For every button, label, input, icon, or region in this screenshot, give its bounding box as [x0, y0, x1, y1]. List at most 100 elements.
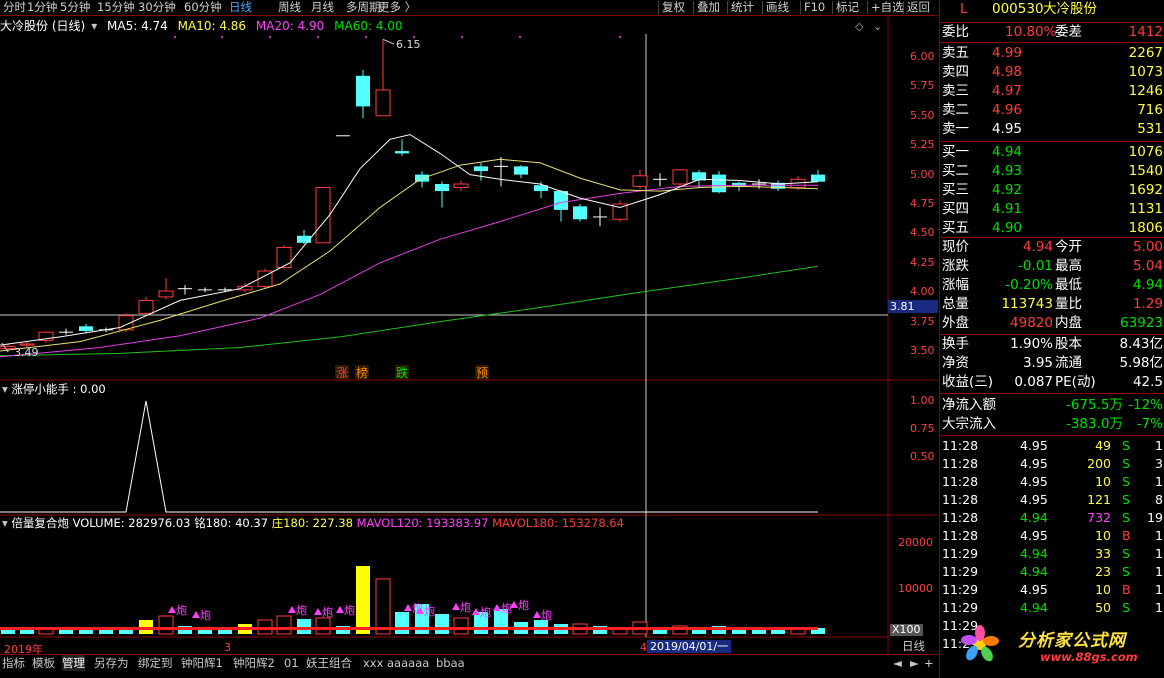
candle-body-7 — [138, 299, 154, 314]
candle-body-18 — [356, 75, 370, 107]
pao-label-6: 炮 — [424, 605, 435, 618]
price-tick: 5.00 — [910, 167, 935, 181]
flow-row-1: 大宗流入 -383.0万 -7% — [942, 416, 1163, 432]
bottom-tab-3[interactable]: 另存为 — [94, 655, 129, 671]
stat2-row-0: 换手 1.90% 股本 8.43亿 — [942, 336, 1163, 352]
candle-body-14 — [276, 247, 292, 269]
bottom-tab-9[interactable]: xxx — [363, 655, 383, 671]
quote-header: L 000530 大冷股份 — [940, 0, 1164, 19]
pao-arrow-9 — [493, 604, 501, 611]
bottom-tab-10[interactable]: aaaaaa — [387, 655, 429, 671]
price-tick: 4.50 — [910, 226, 935, 240]
volume-bar-22 — [435, 614, 449, 634]
panel-dropdown-icon[interactable]: ▾ — [2, 516, 8, 530]
z180-value: 庄180: 227.38 — [271, 516, 353, 530]
buy-level-4: 买四 4.91 1131 — [942, 201, 1163, 217]
high-marker-line — [382, 38, 395, 45]
quote-panel: L 000530 大冷股份 委比 10.80% 委差 1412 卖五 4.99 22… — [939, 0, 1164, 678]
volume-bar-0 — [1, 630, 15, 634]
stat-row-1: 涨跌 -0.01 最高 5.04 — [942, 258, 1163, 274]
chart-area[interactable]: 分时 1分钟 5分钟 15分钟 30分钟 60分钟 日线 周线 月线 多周期 更多 〉复权 叠加 统计画… — [0, 0, 938, 656]
pao-arrow-4 — [336, 606, 344, 613]
scroll-left-icon[interactable]: ◄ — [893, 655, 902, 671]
top-dot-8 — [619, 36, 621, 38]
stat-row-3: 总量 113743 量比 1.29 — [942, 296, 1163, 312]
watermark-text: 分析家公式网 — [1018, 631, 1126, 651]
panel-dropdown-icon[interactable]: ▾ — [2, 382, 8, 396]
pao-label-2: 炮 — [296, 604, 307, 617]
candle-body-16 — [315, 187, 331, 244]
ma20-line — [0, 184, 818, 358]
ma60-line — [0, 265, 819, 357]
top-dot-2 — [269, 36, 271, 38]
tick-row: 11:29 4.94 23 S 1 — [942, 564, 1163, 579]
tick-row: 11:29 4.95 10 B 1 — [942, 582, 1163, 597]
top-dot-1 — [221, 36, 223, 38]
volume-bar-18 — [356, 566, 370, 634]
tick-row: 11:28 4.95 10 B 1 — [942, 528, 1163, 543]
top-dot-7 — [519, 36, 521, 38]
sell-level-5: 卖五 4.99 2267 — [942, 45, 1163, 61]
pao-label-9: 炮 — [501, 602, 512, 615]
kline-chart[interactable]: 6.153.49涨榜跌预炮炮炮炮炮炮炮炮炮炮炮炮 — [0, 0, 938, 655]
tick-row: 11:28 4.95 49 S 1 — [942, 438, 1163, 453]
bottom-tab-5[interactable]: 钟阳辉1 — [181, 655, 223, 671]
indicator1-title: ▾ 涨停小能手 : 0.00 — [2, 382, 106, 396]
scroll-right-icon[interactable]: ► — [910, 655, 919, 671]
candle-body-0 — [0, 345, 16, 350]
pao-arrow-2 — [288, 606, 296, 613]
price-tick: 4.00 — [910, 285, 935, 299]
volume-bar-3 — [59, 630, 73, 634]
pao-label-0: 炮 — [176, 604, 187, 617]
bottom-tab-4[interactable]: 绑定到 — [138, 655, 173, 671]
pao-label-8: 炮 — [480, 606, 491, 619]
watermark-url: www.88gs.com — [1040, 650, 1138, 664]
buy-level-2: 买二 4.93 1540 — [942, 163, 1163, 179]
volume-bar-14 — [276, 615, 292, 635]
bottom-tab-2[interactable]: 管理 — [62, 655, 85, 671]
pao-arrow-0 — [168, 606, 176, 613]
volume-value: VOLUME: 282976.03 — [72, 516, 191, 530]
pao-label-10: 炮 — [518, 599, 529, 612]
indicator1-label: 涨停小能手 : 0.00 — [11, 382, 106, 396]
candle-body-22 — [435, 184, 449, 192]
mavol120-value: MAVOL120: 193383.97 — [356, 516, 489, 530]
bottom-tabbar: 指标 模板 管理 另存为 绑定到 钟阳辉1 钟阳辉2 01 妖王组合 xxx aaaaaa bbaa 日… — [0, 639, 938, 671]
bottom-tab-0[interactable]: 指标 — [2, 655, 25, 671]
indicator2-title: ▾ 倍量复合炮 VOLUME: 282976.03 铭180: 40.37 庄1… — [2, 516, 624, 530]
indicator1-tick: 0.75 — [910, 421, 935, 435]
bottom-tab-1[interactable]: 模板 — [32, 655, 55, 671]
signal-1: 榜 — [356, 365, 368, 380]
signal-3: 预 — [476, 366, 488, 380]
tick-row: 11:28 4.95 10 S 1 — [942, 474, 1163, 489]
cursor-date-label: 2019/04/01/一 — [647, 640, 732, 653]
stat-row-2: 涨幅 -0.20% 最低 4.94 — [942, 277, 1163, 293]
candle-body-12 — [237, 285, 253, 291]
volume-bar-8 — [158, 615, 174, 635]
price-tick: 5.25 — [910, 138, 935, 152]
flow-row-0: 净流入额 -675.5万 -12% — [942, 397, 1163, 413]
stock-code: 000530 — [992, 1, 1044, 17]
pao-arrow-3 — [314, 608, 322, 615]
weibi-row: 委比 10.80% 委差 1412 — [942, 24, 1163, 40]
bottom-tab-11[interactable]: bbaa — [436, 655, 465, 671]
bottom-tab-7[interactable]: 01 — [284, 655, 299, 671]
candle-body-34 — [672, 169, 688, 185]
candle-body-24 — [474, 166, 488, 172]
price-tick: 6.00 — [910, 50, 935, 63]
zoom-in-icon[interactable]: + — [924, 655, 934, 671]
candle-body-26 — [514, 166, 528, 175]
bottom-tab-8[interactable]: 妖王组合 — [306, 655, 352, 671]
price-tick: 5.75 — [910, 79, 935, 93]
signal-2: 跌 — [396, 365, 408, 380]
volume-bar-15 — [297, 619, 311, 634]
mavol180-value: MAVOL180: 153278.64 — [492, 516, 624, 530]
bottom-tab-6[interactable]: 钟阳辉2 — [233, 655, 275, 671]
month-label: 3 — [224, 641, 231, 654]
candle-body-19 — [375, 89, 391, 117]
stock-name: 大冷股份 — [1043, 1, 1097, 17]
v180-value: 铭180: 40.37 — [194, 516, 269, 530]
top-dot-0 — [174, 36, 176, 38]
tick-row: 11:28 4.94 732 S 19 — [942, 510, 1163, 525]
pao-label-11: 炮 — [541, 609, 552, 622]
